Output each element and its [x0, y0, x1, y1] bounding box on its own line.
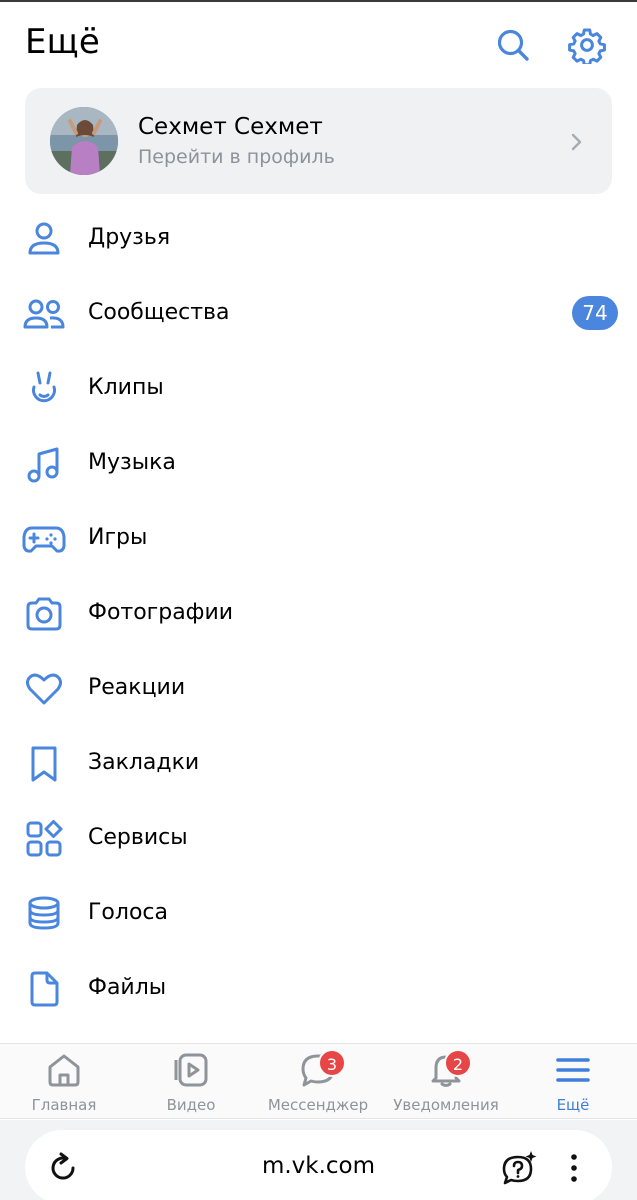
browser-toolbar: m.vk.com [0, 1120, 637, 1200]
camera-icon [22, 594, 66, 634]
bookmark-icon [22, 744, 66, 784]
home-icon [46, 1052, 82, 1088]
menu-item-music[interactable]: Музыка [0, 426, 637, 501]
menu-item-services[interactable]: Сервисы [0, 801, 637, 876]
menu-item-label: Музыка [88, 450, 176, 475]
page-title: Ещё [25, 22, 101, 62]
menu-list: Друзья Сообщества 74 Клипы Музыка Игры Ф… [0, 201, 637, 1026]
tab-label: Уведомления [393, 1096, 499, 1114]
profile-card[interactable]: Сехмет Сехмет Перейти в профиль [25, 88, 612, 194]
tab-video[interactable]: Видео [131, 1044, 251, 1120]
menu-item-label: Сервисы [88, 825, 188, 850]
menu-item-games[interactable]: Игры [0, 501, 637, 576]
users-icon [22, 294, 66, 334]
browser-menu-button[interactable] [554, 1148, 594, 1188]
services-grid-icon [22, 819, 66, 859]
count-badge: 74 [572, 296, 618, 330]
more-vertical-icon [571, 1154, 577, 1182]
unread-badge: 3 [318, 1049, 346, 1077]
heart-icon [22, 669, 66, 709]
menu-item-label: Фотографии [88, 600, 234, 625]
menu-item-bookmarks[interactable]: Закладки [0, 726, 637, 801]
profile-subtitle: Перейти в профиль [138, 146, 335, 168]
profile-name: Сехмет Сехмет [138, 114, 323, 140]
menu-item-label: Реакции [88, 675, 186, 700]
menu-item-label: Файлы [88, 975, 167, 1000]
tab-label: Видео [166, 1096, 216, 1114]
chevron-right-icon [571, 133, 582, 151]
tab-label: Ещё [556, 1096, 590, 1114]
bottom-tab-bar: Главная Видео 3 Мессенджер 2 Уведомления… [0, 1043, 637, 1119]
tab-notifications[interactable]: 2 Уведомления [386, 1044, 506, 1120]
menu-item-label: Голоса [88, 900, 168, 925]
tab-label: Главная [31, 1096, 97, 1114]
menu-item-reactions[interactable]: Реакции [0, 651, 637, 726]
video-play-icon [173, 1052, 209, 1088]
menu-item-label: Игры [88, 525, 148, 550]
file-icon [22, 969, 66, 1009]
menu-item-friends[interactable]: Друзья [0, 201, 637, 276]
unread-badge: 2 [444, 1049, 472, 1077]
menu-item-clips[interactable]: Клипы [0, 351, 637, 426]
search-icon [497, 29, 529, 61]
clips-icon [22, 369, 66, 409]
avatar [50, 107, 118, 175]
tab-messenger[interactable]: 3 Мессенджер [258, 1044, 378, 1120]
menu-item-photos[interactable]: Фотографии [0, 576, 637, 651]
search-button[interactable] [493, 25, 533, 65]
gear-icon [568, 28, 606, 64]
menu-item-label: Друзья [88, 225, 171, 250]
hamburger-menu-icon [555, 1052, 591, 1088]
menu-item-label: Клипы [88, 375, 164, 400]
tab-label: Мессенджер [267, 1096, 369, 1114]
menu-item-label: Сообщества [88, 300, 230, 325]
question-sparkle-icon [502, 1151, 537, 1185]
votes-coins-icon [22, 894, 66, 934]
menu-item-label: Закладки [88, 750, 200, 775]
assistant-button[interactable] [500, 1148, 540, 1188]
user-icon [22, 219, 66, 259]
address-bar[interactable]: m.vk.com [25, 1130, 612, 1200]
menu-item-communities[interactable]: Сообщества 74 [0, 276, 637, 351]
header: Ещё [0, 0, 637, 88]
menu-item-files[interactable]: Файлы [0, 951, 637, 1026]
settings-button[interactable] [567, 25, 607, 65]
gamepad-icon [22, 519, 66, 559]
menu-item-votes[interactable]: Голоса [0, 876, 637, 951]
tab-home[interactable]: Главная [4, 1044, 124, 1120]
music-note-icon [22, 444, 66, 484]
tab-more[interactable]: Ещё [513, 1044, 633, 1120]
